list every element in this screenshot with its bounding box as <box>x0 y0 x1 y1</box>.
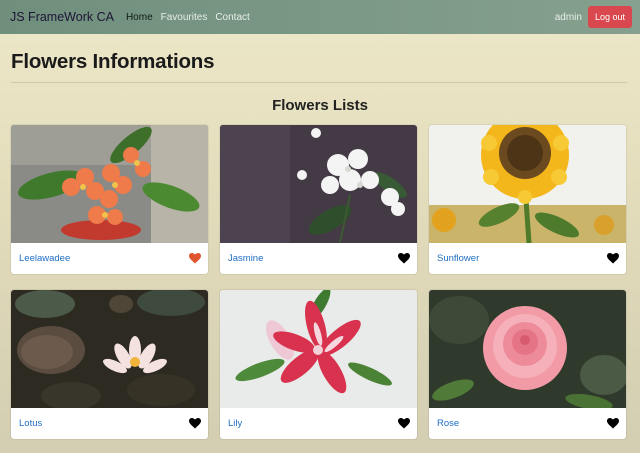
flower-name-link[interactable]: Lily <box>228 418 242 429</box>
brand-logo[interactable]: JS FrameWork CA <box>10 10 114 24</box>
title-divider <box>11 82 627 83</box>
card-footer: Jasmine <box>220 243 417 274</box>
flower-card-lotus: Lotus <box>11 290 208 439</box>
flower-image-lotus <box>11 290 208 408</box>
card-footer: Rose <box>429 408 626 439</box>
flower-name-link[interactable]: Leelawadee <box>19 253 70 264</box>
flower-image-sunflower <box>429 125 626 243</box>
flower-image-rose <box>429 290 626 408</box>
nav-link-home[interactable]: Home <box>126 12 153 23</box>
flower-image-lily <box>220 290 417 408</box>
flower-name-link[interactable]: Rose <box>437 418 459 429</box>
flower-image-jasmine <box>220 125 417 243</box>
flower-grid: Leelawadee Jasmine Sunflower Lotus Lily … <box>11 125 629 453</box>
flower-name-link[interactable]: Jasmine <box>228 253 263 264</box>
nav-user-area: admin Log out <box>555 6 632 28</box>
page-title: Flowers Informations <box>11 50 215 73</box>
nav-link-contact[interactable]: Contact <box>215 12 249 23</box>
flower-card-leelawadee: Leelawadee <box>11 125 208 274</box>
flower-card-jasmine: Jasmine <box>220 125 417 274</box>
username-label: admin <box>554 11 582 23</box>
section-title: Flowers Lists <box>272 97 368 114</box>
card-footer: Leelawadee <box>11 243 208 274</box>
flower-card-lily: Lily <box>220 290 417 439</box>
navbar: JS FrameWork CA Home Favourites Contact … <box>0 0 640 34</box>
card-footer: Sunflower <box>429 243 626 274</box>
heart-icon[interactable] <box>189 418 201 429</box>
flower-name-link[interactable]: Sunflower <box>437 253 479 264</box>
flower-card-rose: Rose <box>429 290 626 439</box>
flower-card-sunflower: Sunflower <box>429 125 626 274</box>
card-footer: Lotus <box>11 408 208 439</box>
flower-name-link[interactable]: Lotus <box>19 418 42 429</box>
logout-button[interactable]: Log out <box>587 6 632 28</box>
heart-icon[interactable] <box>398 418 410 429</box>
card-footer: Lily <box>220 408 417 439</box>
heart-icon[interactable] <box>607 253 619 264</box>
heart-icon[interactable] <box>189 253 201 264</box>
heart-icon[interactable] <box>607 418 619 429</box>
heart-icon[interactable] <box>398 253 410 264</box>
nav-link-favourites[interactable]: Favourites <box>161 12 208 23</box>
flower-image-leelawadee <box>11 125 208 243</box>
